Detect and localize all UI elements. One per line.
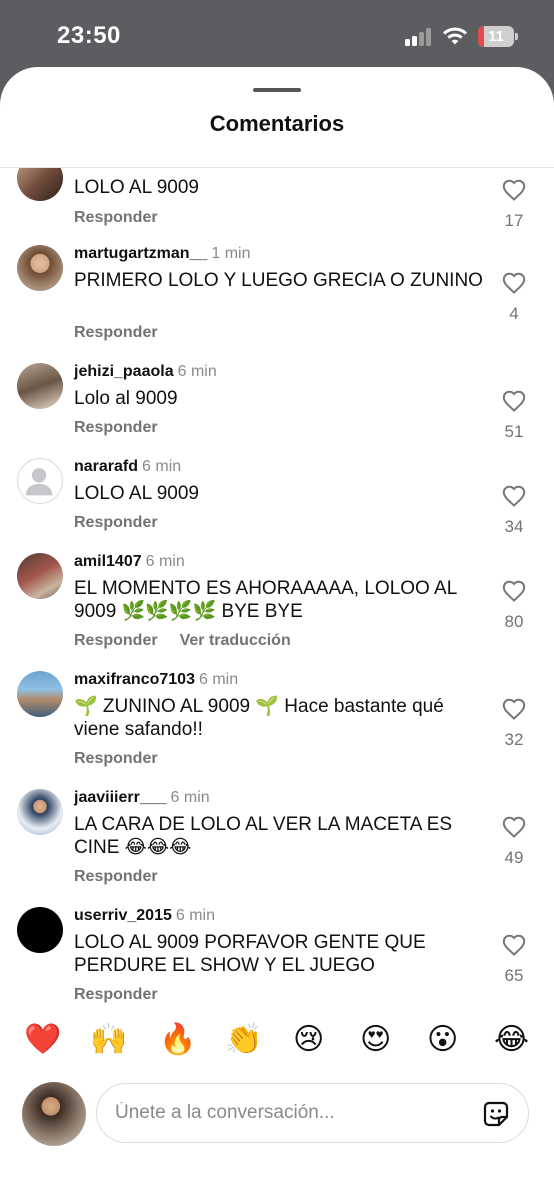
comment-actions: Responder [74, 419, 180, 437]
reply-button[interactable]: Responder [74, 632, 158, 649]
reply-button[interactable]: Responder [74, 209, 158, 226]
emoji-heart-eyes-button[interactable]: 😍 [360, 1023, 391, 1057]
comment-text: Lolo al 9009 [74, 388, 178, 409]
like-count: 17 [504, 211, 524, 230]
like-count: 51 [504, 422, 524, 441]
reply-button[interactable]: Responder [74, 419, 158, 436]
comment-username[interactable]: nararafd [74, 458, 138, 475]
comment-meta: amil1407 6 min [74, 553, 185, 571]
comments-sheet: Comentarios LOLO AL 9009 Responder 17 ma… [0, 67, 554, 1199]
comment-actions: Responder [74, 986, 180, 1004]
comment-meta: martugartzman__ 1 min [74, 245, 251, 263]
comment-meta: maxifranco7103 6 min [74, 671, 238, 689]
user-avatar[interactable] [17, 671, 63, 717]
like-count: 49 [504, 848, 524, 867]
comment-time: 1 min [211, 245, 251, 262]
comment-input-row [0, 1077, 554, 1157]
comment-actions: Responder [74, 209, 180, 227]
comment-username[interactable]: jaaviiierr___ [74, 789, 167, 806]
status-bar: 23:50 11 [0, 0, 554, 68]
comment-actions: Responder Ver traducción [74, 632, 313, 650]
reply-button[interactable]: Responder [74, 868, 158, 885]
status-time: 23:50 [57, 22, 121, 49]
comment-input-box[interactable] [96, 1083, 529, 1143]
battery-level: 11 [488, 28, 504, 45]
comment-text: LA CARA DE LOLO AL VER LA MACETA ES CINE… [74, 814, 453, 858]
battery-icon: 11 [478, 26, 514, 47]
comment-time: 6 min [198, 671, 239, 688]
comment-text: EL MOMENTO ES AHORAAAAA, LOLOO AL 9009 🌿… [74, 578, 457, 622]
comment-text: LOLO AL 9009 [74, 177, 200, 198]
comment-actions: Responder [74, 750, 180, 768]
comment-text: LOLO AL 9009 [74, 483, 200, 504]
comment-time: 6 min [175, 907, 215, 924]
comment-meta: userriv_2015 6 min [74, 907, 215, 925]
emoji-fire-button[interactable]: 🔥 [159, 1023, 196, 1057]
emoji-surprised-button[interactable]: 😮 [427, 1023, 458, 1057]
comment-time: 6 min [142, 458, 182, 475]
comment-meta: jehizi_paaola 6 min [74, 363, 217, 381]
like-heart-icon[interactable] [502, 934, 526, 956]
comment-actions: Responder [74, 324, 180, 342]
emoji-laughing-button[interactable]: 😂 [494, 1023, 529, 1057]
comment-list[interactable]: LOLO AL 9009 Responder 17 martugartzman_… [0, 168, 554, 1010]
comment-actions: Responder [74, 514, 180, 532]
comment-username[interactable]: userriv_2015 [74, 907, 172, 924]
user-avatar[interactable] [17, 245, 63, 291]
user-avatar[interactable] [17, 789, 63, 835]
emoji-heart-button[interactable]: ❤️ [24, 1023, 61, 1057]
comment-username[interactable]: martugartzman__ [74, 245, 207, 262]
current-user-avatar [22, 1082, 86, 1146]
like-heart-icon[interactable] [502, 272, 526, 294]
comment-text: LOLO AL 9009 PORFAVOR GENTE QUE PERDURE … [74, 932, 426, 976]
comment-text: 🌱 ZUNINO AL 9009 🌱 Hace bastante qué vie… [74, 696, 444, 740]
comment-time: 6 min [177, 363, 217, 380]
comment-input[interactable] [115, 1098, 455, 1128]
comment-actions: Responder [74, 868, 180, 886]
reply-button[interactable]: Responder [74, 986, 158, 1003]
emoji-reaction-bar: ❤️ 🙌 🔥 👏 😢 😍 😮 😂 [0, 1011, 554, 1071]
translate-button[interactable]: Ver traducción [180, 632, 291, 649]
like-count: 4 [509, 304, 519, 323]
user-avatar[interactable] [17, 907, 63, 953]
comment-username[interactable]: amil1407 [74, 553, 142, 570]
like-heart-icon[interactable] [502, 698, 526, 720]
sticker-icon[interactable] [480, 1098, 512, 1130]
comment-meta: jaaviiierr___ 6 min [74, 789, 210, 807]
comment-time: 6 min [145, 553, 185, 570]
user-avatar[interactable] [17, 363, 63, 409]
sheet-grabber[interactable] [253, 88, 301, 92]
user-avatar[interactable] [17, 168, 63, 201]
reply-button[interactable]: Responder [74, 324, 158, 341]
comment-username[interactable]: maxifranco7103 [74, 671, 195, 688]
like-heart-icon[interactable] [502, 390, 526, 412]
like-heart-icon[interactable] [502, 485, 526, 507]
wifi-icon [443, 27, 467, 45]
comment-time: 6 min [170, 789, 210, 806]
default-avatar-icon[interactable] [17, 458, 63, 504]
comment-text: PRIMERO LOLO Y LUEGO GRECIA O ZUNINO [74, 270, 483, 291]
emoji-raised-hands-button[interactable]: 🙌 [90, 1023, 127, 1057]
comment-username[interactable]: jehizi_paaola [74, 363, 174, 380]
reply-button[interactable]: Responder [74, 750, 158, 767]
comment-meta: nararafd 6 min [74, 458, 181, 476]
emoji-clap-button[interactable]: 👏 [225, 1023, 262, 1057]
sheet-title: Comentarios [209, 111, 345, 136]
like-count: 34 [504, 517, 524, 536]
like-count: 80 [504, 612, 524, 631]
cellular-signal-icon [405, 28, 435, 46]
like-heart-icon[interactable] [502, 580, 526, 602]
reply-button[interactable]: Responder [74, 514, 158, 531]
like-heart-icon[interactable] [502, 816, 526, 838]
like-heart-icon[interactable] [502, 179, 526, 201]
like-count: 65 [504, 966, 524, 985]
user-avatar[interactable] [17, 553, 63, 599]
emoji-crying-button[interactable]: 😢 [293, 1023, 324, 1057]
like-count: 32 [504, 730, 524, 749]
